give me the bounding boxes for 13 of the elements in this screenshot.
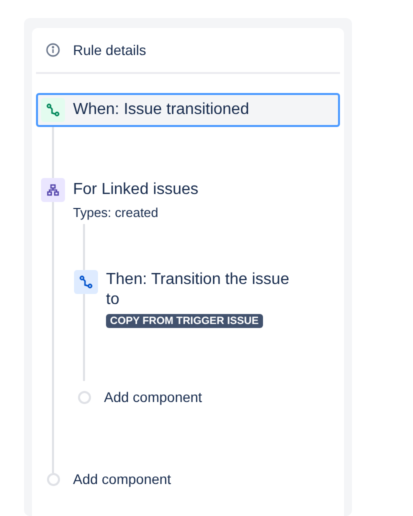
node-dot bbox=[78, 390, 91, 404]
rule-details-label: Rule details bbox=[73, 42, 146, 58]
flow-icon bbox=[41, 98, 65, 122]
status-lozenge: COPY FROM TRIGGER ISSUE bbox=[106, 314, 263, 328]
branch-title: For Linked issues bbox=[73, 180, 198, 200]
flow-icon bbox=[74, 270, 98, 294]
add-component-link[interactable]: Add component bbox=[104, 389, 202, 405]
action-title: Then: Transition the issue to bbox=[106, 270, 290, 310]
trigger-item[interactable]: When: Issue transitioned bbox=[36, 93, 340, 127]
add-component-link[interactable]: Add component bbox=[73, 471, 172, 487]
hierarchy-icon bbox=[41, 178, 65, 202]
info-icon bbox=[46, 43, 60, 57]
branch-subtitle: Types: created bbox=[73, 205, 160, 220]
